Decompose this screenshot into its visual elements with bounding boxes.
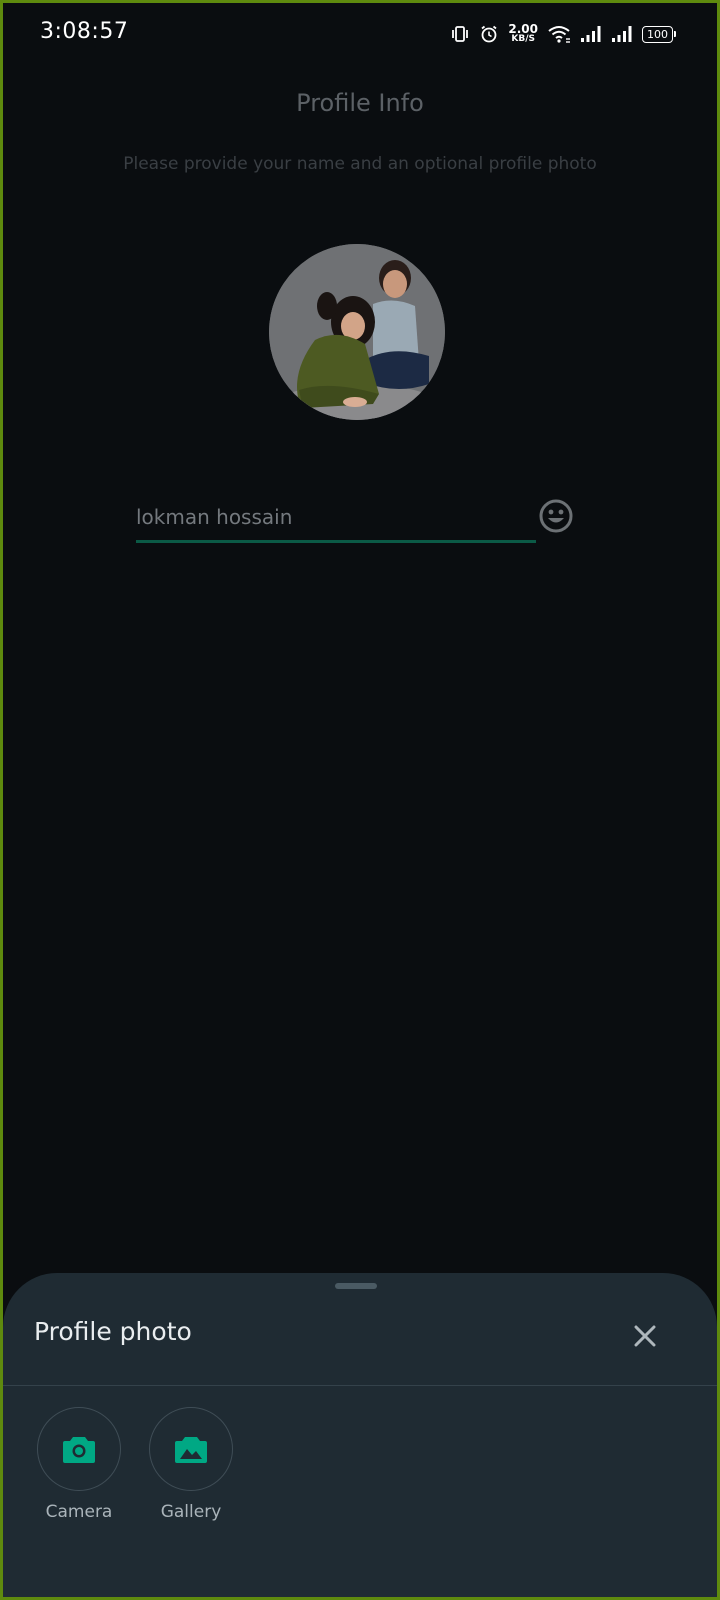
page-subtitle: Please provide your name and an optional… [123, 154, 597, 174]
status-bar: 3:08:57 2.00 KB/S 100 [3, 3, 717, 65]
signal-icon [612, 26, 632, 42]
gallery-label: Gallery [160, 1502, 222, 1522]
sheet-title: Profile photo [34, 1317, 192, 1346]
camera-icon [63, 1437, 95, 1463]
name-input[interactable] [136, 493, 536, 543]
camera-label: Camera [45, 1502, 113, 1522]
vibrate-icon [452, 26, 469, 42]
profile-photo-sheet: Profile photo Camera Gallery [3, 1273, 717, 1597]
net-speed-unit: KB/S [511, 34, 535, 44]
name-row [136, 493, 586, 553]
emoji-icon[interactable] [538, 498, 574, 534]
net-speed: 2.00 KB/S [508, 22, 538, 44]
gallery-icon [175, 1437, 207, 1463]
battery-icon: 100 [642, 25, 676, 43]
close-icon[interactable] [628, 1319, 662, 1353]
gallery-option[interactable]: Gallery [136, 1407, 246, 1522]
camera-option[interactable]: Camera [24, 1407, 134, 1522]
camera-button[interactable] [37, 1407, 121, 1491]
gallery-button[interactable] [149, 1407, 233, 1491]
avatar-illustration [269, 244, 445, 420]
status-icons: 2.00 KB/S 100 [450, 21, 676, 47]
wifi-icon [548, 26, 570, 43]
sheet-divider [3, 1385, 717, 1386]
screen: 3:08:57 2.00 KB/S 100 Profile Info Pleas… [3, 3, 717, 1597]
battery-level: 100 [647, 27, 668, 41]
profile-photo-avatar[interactable] [269, 244, 445, 420]
sheet-drag-handle[interactable] [335, 1283, 377, 1289]
signal-icon [581, 26, 601, 42]
alarm-icon [481, 25, 497, 43]
status-time: 3:08:57 [40, 19, 129, 44]
net-speed-value: 2.00 [508, 22, 538, 36]
page-title: Profile Info [296, 89, 424, 117]
